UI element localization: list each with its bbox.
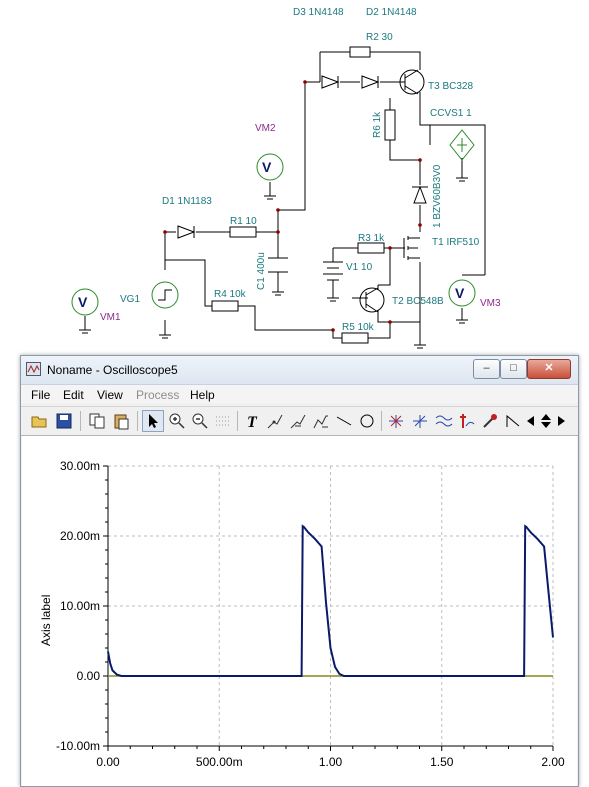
circuit-schematic: V V V D3 1N4148 D2 1N4148 R2 30 T3 BC328… — [71, 7, 501, 349]
diode-d3 — [321, 75, 340, 89]
y-axis-label: Axis label — [39, 595, 53, 646]
axes — [103, 465, 554, 751]
wire — [378, 248, 391, 286]
menu-process[interactable]: Process — [136, 388, 179, 402]
marker-a-icon[interactable] — [385, 410, 407, 432]
grid-lines — [107, 465, 554, 747]
grid-icon[interactable] — [212, 410, 234, 432]
label-vm1: VM1 — [100, 312, 121, 323]
line-icon[interactable] — [333, 410, 355, 432]
label-d3: D3 1N4148 — [293, 7, 344, 18]
resistor-r6 — [384, 109, 396, 141]
y-tick-label: 10.00m — [60, 599, 100, 613]
label-r1: R1 10 — [230, 216, 257, 227]
pointer-icon[interactable] — [142, 410, 164, 432]
battery-v1 — [323, 261, 343, 281]
label-r4: R4 10k — [214, 289, 247, 300]
oscilloscope-window: Noname - Oscilloscope5 – □ ✕ File Edit V… — [20, 355, 579, 787]
label-mosfet: T1 IRF510 — [432, 237, 480, 248]
vm1-symbol: V — [78, 294, 88, 310]
scroll-left-icon[interactable] — [524, 410, 538, 432]
paste-icon[interactable] — [110, 410, 132, 432]
menu-bar: File Edit View Process Help — [21, 385, 578, 403]
ramp-icon[interactable] — [502, 410, 524, 432]
y-tick-label: 30.00m — [60, 459, 100, 473]
label-vm2: VM2 — [255, 123, 276, 134]
save-icon[interactable] — [53, 410, 75, 432]
open-icon[interactable] — [29, 410, 51, 432]
scroll-right-icon[interactable] — [554, 410, 568, 432]
label-zener: 1 BZV60B3V0 — [432, 164, 443, 228]
copy-icon[interactable] — [86, 410, 108, 432]
zoom-out-icon[interactable] — [189, 410, 211, 432]
resistor-r4 — [211, 300, 239, 312]
ccvs-source — [449, 129, 475, 161]
title-bar[interactable]: Noname - Oscilloscope5 – □ ✕ — [21, 356, 578, 385]
text-icon[interactable]: T — [241, 410, 263, 432]
window-title: Noname - Oscilloscope5 — [47, 363, 178, 377]
scroll-updown-icon[interactable] — [539, 410, 553, 432]
vm2-symbol: V — [262, 159, 272, 175]
diode-d1 — [177, 225, 196, 239]
maximize-button[interactable]: □ — [500, 359, 527, 379]
close-button[interactable]: ✕ — [527, 359, 571, 379]
y-tick-label: -10.00m — [56, 739, 100, 753]
x-tick-label: 1.00 — [319, 755, 343, 769]
x-tick-labels: 0.00 500.00m 1.00 1.50 2.00 — [96, 755, 565, 769]
label-vg1: VG1 — [120, 294, 140, 305]
label-vm3: VM3 — [480, 298, 501, 309]
resistor-r5 — [341, 332, 369, 344]
label-t2: T2 BC548B — [392, 296, 444, 307]
waveform-icon[interactable] — [433, 410, 455, 432]
x-tick-label: 0.00 — [96, 755, 120, 769]
zoom-in-icon[interactable] — [166, 410, 188, 432]
menu-edit[interactable]: Edit — [63, 388, 84, 402]
x-tick-label: 1.50 — [430, 755, 454, 769]
circle-icon[interactable] — [356, 410, 378, 432]
capacitor-c1 — [268, 257, 288, 273]
menu-help[interactable]: Help — [190, 388, 215, 402]
cursor-c-icon[interactable] — [310, 410, 332, 432]
label-r6: R6 1k — [372, 111, 383, 138]
cursor-b-icon[interactable] — [287, 410, 309, 432]
oscilloscope-chart[interactable]: 30.00m 20.00m 10.00m 0.00 -10.00m 0.00 500.00… — [22, 436, 577, 786]
menu-view[interactable]: View — [97, 388, 123, 402]
x-tick-label: 2.00 — [541, 755, 565, 769]
y-tick-label: 20.00m — [60, 529, 100, 543]
minimize-button[interactable]: – — [473, 359, 500, 379]
label-v1: V1 10 — [346, 262, 373, 273]
label-r3: R3 1k — [358, 233, 385, 244]
label-t3: T3 BC328 — [428, 81, 473, 92]
probe-icon[interactable] — [479, 410, 501, 432]
vm3-symbol: V — [455, 285, 465, 301]
label-d2: D2 1N4148 — [366, 7, 417, 18]
menu-file[interactable]: File — [31, 388, 50, 402]
x-tick-label: 500.00m — [196, 755, 243, 769]
resistor-r3 — [357, 242, 385, 254]
resistor-r2 — [349, 46, 371, 58]
label-d1: D1 1N1183 — [162, 196, 212, 207]
add-marker-icon[interactable] — [456, 410, 478, 432]
transistor-t3 — [395, 69, 425, 95]
diode-d2 — [361, 75, 380, 89]
wire — [419, 92, 431, 145]
resistor-r1 — [229, 226, 257, 238]
transistor-t2 — [352, 287, 385, 313]
wire — [278, 82, 306, 211]
zener-diode — [412, 185, 428, 204]
mosfet-t1 — [403, 236, 420, 260]
label-r2: R2 30 — [366, 32, 393, 43]
oscilloscope-app-icon — [26, 362, 41, 376]
y-tick-labels: 30.00m 20.00m 10.00m 0.00 -10.00m — [56, 459, 100, 753]
label-ccvs1: CCVS1 1 — [430, 108, 472, 119]
label-c1: C1 400u — [256, 252, 267, 290]
plot-area[interactable]: 30.00m 20.00m 10.00m 0.00 -10.00m 0.00 500.00… — [22, 436, 577, 786]
cursor-a-icon[interactable] — [264, 410, 286, 432]
label-r5: R5 10k — [342, 322, 375, 333]
marker-b-icon[interactable] — [409, 410, 431, 432]
y-tick-label: 0.00 — [77, 669, 101, 683]
toolbar: T — [21, 406, 578, 436]
svg-text:T: T — [247, 414, 258, 430]
signal-generator-vg1 — [151, 281, 179, 309]
